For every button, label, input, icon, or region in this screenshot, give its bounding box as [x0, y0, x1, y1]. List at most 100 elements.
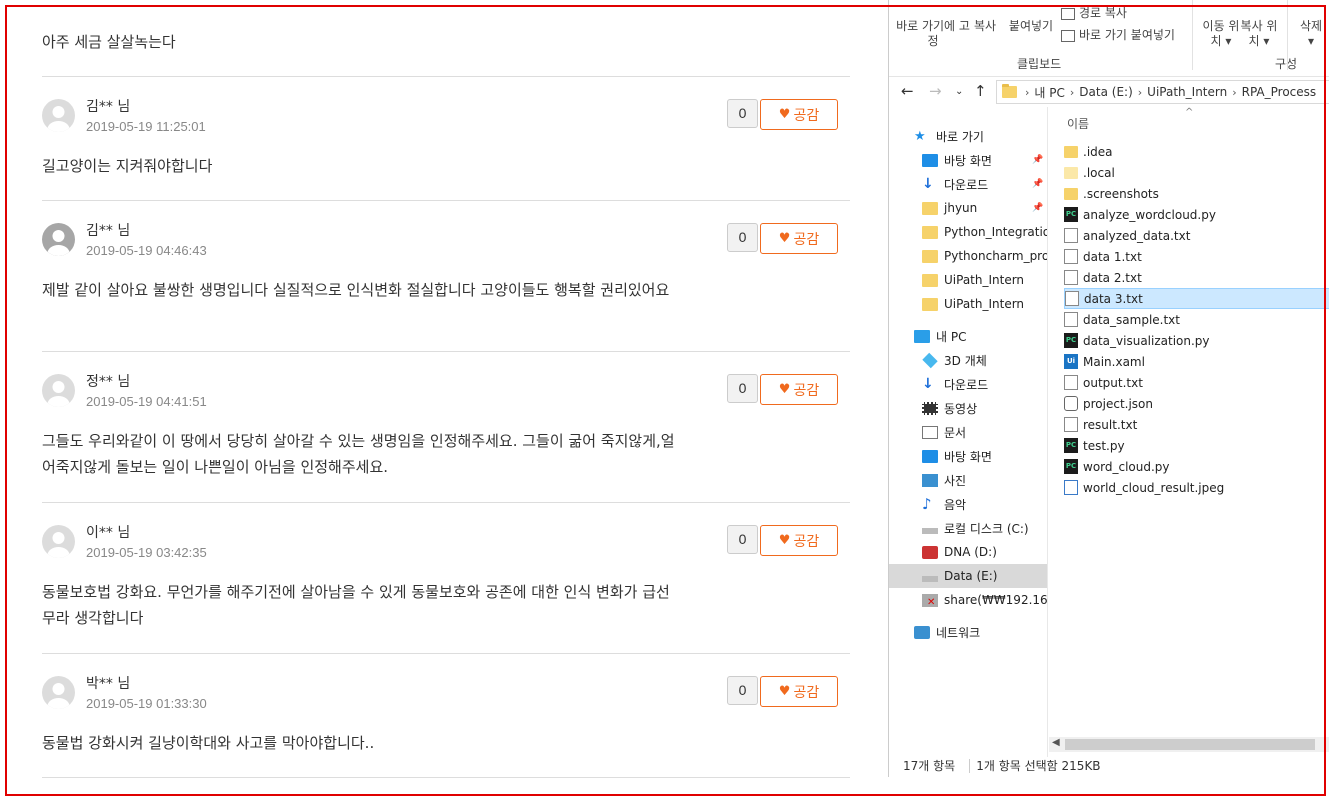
comment-author: 김** 님 — [86, 223, 131, 239]
scrollbar-thumb[interactable] — [1065, 739, 1315, 750]
text-file-icon — [1065, 291, 1079, 306]
file-row[interactable]: .local — [1064, 162, 1329, 183]
back-arrow-icon[interactable]: ← — [901, 82, 914, 100]
file-row[interactable]: data 2.txt — [1064, 267, 1329, 288]
pane-splitter[interactable] — [1047, 107, 1048, 757]
file-row[interactable]: PC data_visualization.py — [1064, 330, 1329, 351]
folder-icon — [1002, 84, 1017, 98]
like-button-label: 공감 — [793, 684, 820, 701]
comment-datetime: 2019-05-19 11:25:01 — [86, 119, 206, 134]
like-button[interactable]: ♥ 공감 — [760, 676, 838, 707]
breadcrumb-item[interactable]: UiPath_Intern — [1147, 85, 1227, 99]
nav-item[interactable]: 사진 — [889, 468, 1047, 492]
comment-feed: 아주 세금 살살녹는다 김** 님 2019-05-19 11:25:01 0 … — [0, 0, 888, 801]
file-row[interactable]: PC analyze_wordcloud.py — [1064, 204, 1329, 225]
nav-item[interactable]: 문서 — [889, 420, 1047, 444]
nav-item[interactable]: DNA (D:) — [889, 540, 1047, 564]
paste-shortcut-icon — [1061, 29, 1075, 42]
nav-item[interactable]: 바탕 화면 📌 — [889, 148, 1047, 172]
download-icon: ↓ — [922, 375, 934, 392]
horizontal-scrollbar[interactable]: ◀ — [1049, 737, 1329, 752]
nav-item[interactable]: ↓ 다운로드 — [889, 372, 1047, 396]
paste-button[interactable]: 붙여넣기 — [1005, 19, 1057, 34]
star-icon: ★ — [914, 128, 926, 144]
nav-item[interactable]: ★ 바로 가기 — [889, 124, 1047, 148]
navigation-pane: ★ 바로 가기 바탕 화면 📌 ↓ 다운로드 📌 jhyun 📌 Python_Integrati… — [889, 118, 1047, 758]
nav-item[interactable]: Pythoncharm_proje — [889, 244, 1047, 268]
nav-item-label: 3D 개체 — [944, 353, 987, 368]
breadcrumb-item[interactable]: RPA_Process — [1242, 85, 1317, 99]
pin-icon: 📌 — [1032, 179, 1044, 189]
move-to-button[interactable]: 이동 위치 ▾ — [1201, 19, 1241, 49]
file-name: test.py — [1083, 438, 1125, 453]
like-count: 0 — [727, 374, 758, 403]
drive-icon — [922, 528, 938, 534]
nav-item[interactable]: ↓ 다운로드 📌 — [889, 172, 1047, 196]
comment-datetime: 2019-05-19 04:41:51 — [86, 394, 207, 409]
nav-item[interactable]: 바탕 화면 — [889, 444, 1047, 468]
nav-item-label: 네트워크 — [936, 625, 981, 640]
file-row[interactable]: data 3.txt — [1064, 288, 1329, 309]
comment-author: 박** 님 — [86, 676, 131, 692]
comment-datetime: 2019-05-19 01:33:30 — [86, 696, 207, 711]
column-header-name[interactable]: 이름 — [1067, 115, 1089, 132]
breadcrumb-item[interactable]: Data (E:) — [1079, 85, 1132, 99]
nav-item[interactable]: Data (E:) — [889, 564, 1047, 588]
delete-button[interactable]: 삭제 ▾ — [1294, 19, 1328, 49]
up-arrow-icon[interactable]: ↑ — [974, 82, 987, 100]
recent-locations-icon[interactable]: ⌄ — [955, 86, 963, 97]
nav-item[interactable]: 3D 개체 — [889, 348, 1047, 372]
copy-button[interactable]: 복사 — [971, 19, 999, 34]
file-row[interactable]: PC word_cloud.py — [1064, 456, 1329, 477]
forward-arrow-icon[interactable]: → — [929, 82, 942, 100]
file-name: Main.xaml — [1083, 354, 1145, 369]
paste-shortcut-button[interactable]: 바로 가기 붙여넣기 — [1061, 28, 1175, 43]
screen: 아주 세금 살살녹는다 김** 님 2019-05-19 11:25:01 0 … — [0, 0, 1329, 801]
nav-item[interactable]: 동영상 — [889, 396, 1047, 420]
copy-path-button[interactable]: 경로 복사 — [1061, 6, 1127, 21]
nav-item[interactable]: Python_Integration — [889, 220, 1047, 244]
file-row[interactable]: analyzed_data.txt — [1064, 225, 1329, 246]
file-row[interactable]: PC test.py — [1064, 435, 1329, 456]
delete-label: 삭제 — [1299, 19, 1323, 33]
nav-item[interactable]: ♪ 음악 — [889, 492, 1047, 516]
file-row[interactable]: output.txt — [1064, 372, 1329, 393]
file-row[interactable]: .screenshots — [1064, 183, 1329, 204]
pin-quick-access-button[interactable]: 바로 가기에 고정 — [893, 19, 973, 49]
breadcrumb-item[interactable]: 내 PC — [1034, 84, 1064, 101]
file-row[interactable]: world_cloud_result.jpeg — [1064, 477, 1329, 498]
document-icon — [922, 425, 938, 439]
file-row[interactable]: data_sample.txt — [1064, 309, 1329, 330]
nav-item[interactable]: UiPath_Intern — [889, 292, 1047, 316]
like-button[interactable]: ♥ 공감 — [760, 525, 838, 556]
drive-icon — [922, 576, 938, 582]
nav-item[interactable]: 내 PC — [889, 324, 1047, 348]
nav-item[interactable]: UiPath_Intern — [889, 268, 1047, 292]
file-row[interactable]: .idea — [1064, 141, 1329, 162]
like-button[interactable]: ♥ 공감 — [760, 374, 838, 405]
nav-item[interactable]: jhyun 📌 — [889, 196, 1047, 220]
nav-item[interactable]: 네트워크 — [889, 620, 1047, 644]
file-row[interactable]: result.txt — [1064, 414, 1329, 435]
file-row[interactable]: data 1.txt — [1064, 246, 1329, 267]
like-count: 0 — [727, 223, 758, 252]
nav-item[interactable]: 로컬 디스크 (C:) — [889, 516, 1047, 540]
address-bar[interactable]: › 내 PC › Data (E:) › UiPath_Intern › RPA… — [996, 80, 1329, 104]
scroll-left-icon[interactable]: ◀ — [1052, 737, 1060, 748]
file-row[interactable]: project.json — [1064, 393, 1329, 414]
ribbon: 바로 가기에 고정 복사 붙여넣기 경로 복사 바로 가기 붙여넣기 클립보드 … — [889, 0, 1329, 77]
like-button[interactable]: ♥ 공감 — [760, 223, 838, 254]
python-file-icon: PC — [1064, 333, 1078, 348]
comment-body: 동물법 강화시켜 길냥이학대와 사고를 막아야합니다.. — [42, 734, 375, 752]
comment-body: 제발 같이 살아요 불쌍한 생명입니다 실질적으로 인식변화 절실합니다 고양이… — [42, 281, 670, 299]
like-count: 0 — [727, 525, 758, 554]
like-button[interactable]: ♥ 공감 — [760, 99, 838, 130]
comment-author: 정** 님 — [86, 374, 131, 390]
nav-item[interactable]: share(₩₩192.168.2 — [889, 588, 1047, 612]
comment-datetime: 2019-05-19 03:42:35 — [86, 545, 207, 560]
copy-to-label: 복사 위치 — [1240, 19, 1278, 48]
copy-to-button[interactable]: 복사 위치 ▾ — [1239, 19, 1279, 49]
comment-divider — [42, 200, 850, 201]
file-row[interactable]: Ui Main.xaml — [1064, 351, 1329, 372]
comment-divider — [42, 502, 850, 503]
